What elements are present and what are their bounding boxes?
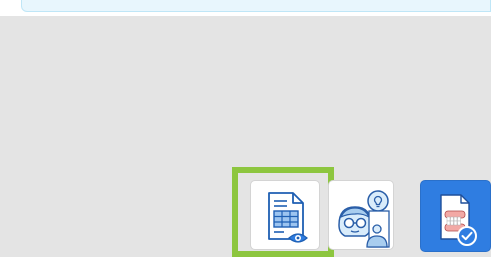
document-preview-tile[interactable] <box>250 180 320 250</box>
top-banner <box>21 0 491 12</box>
dental-document-check-icon <box>440 194 477 246</box>
document-table-preview-icon <box>268 192 308 243</box>
idea-person-tile[interactable] <box>328 180 394 250</box>
dental-report-tile[interactable] <box>420 180 491 252</box>
person-idea-reading-icon <box>338 190 390 248</box>
